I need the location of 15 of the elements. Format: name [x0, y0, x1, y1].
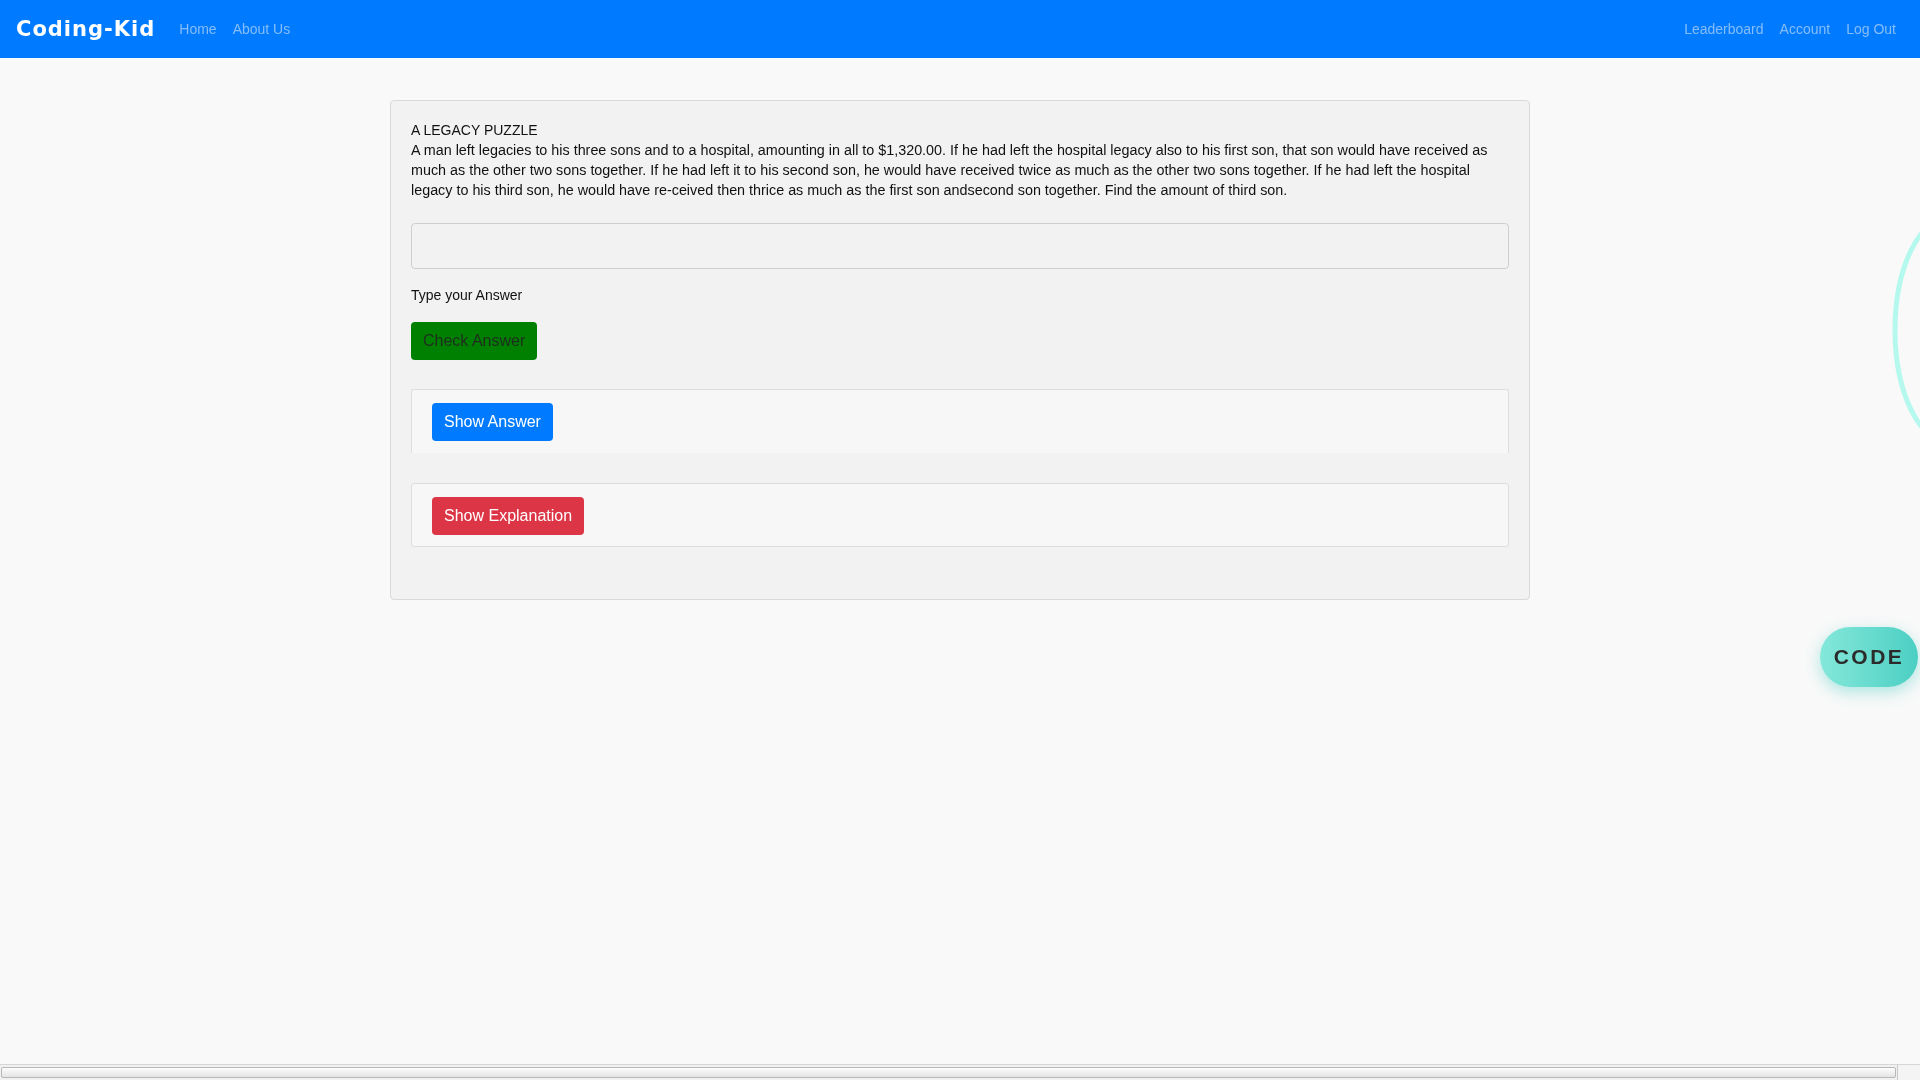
puzzle-text: A man left legacies to his three sons and to a hospital, amounting in all to $1,320.00. If he had left the hospital legacy also to his first son, that son would have received as much as the other two sons together. If he had left it to his second son, he would have received twice as much as the other two sons together. If he had left the hospital legacy to his third son, he would have re-ceived then thrice as much as the first son andsecond son together. Find the amount of third son. [411, 141, 1489, 200]
nav-link[interactable]: About Us [224, 13, 299, 45]
code-button[interactable]: CODE [1820, 627, 1918, 687]
show-explanation-button[interactable]: Show Explanation [432, 497, 585, 535]
nav-link[interactable]: Account [1771, 13, 1839, 45]
nav-link[interactable]: Home [171, 13, 225, 45]
puzzle-title: A LEGACY PUZZLE [411, 121, 539, 140]
nav-link[interactable]: Leaderboard [1676, 13, 1772, 45]
answer-label: Type your Answer [411, 286, 524, 305]
check-answer-button[interactable]: Check Answer [411, 322, 538, 360]
brand-logo[interactable]: Coding-Kid [16, 17, 156, 41]
show-answer-button[interactable]: Show Answer [432, 403, 553, 441]
answer-input[interactable] [411, 223, 1509, 269]
horizontal-scrollbar[interactable] [0, 1064, 1920, 1080]
nav-link[interactable]: Log Out [1838, 13, 1904, 45]
